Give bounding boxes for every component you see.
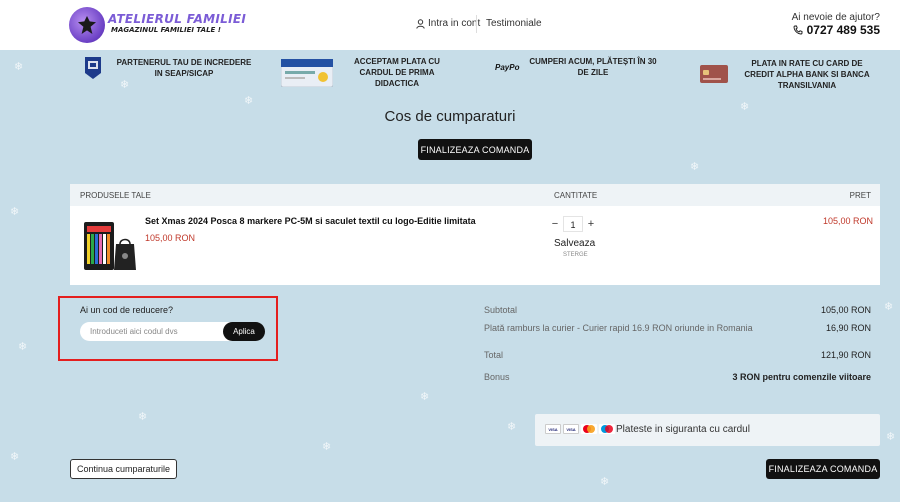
mastercard-icon: [581, 424, 597, 434]
card-logos: VISA VISA: [545, 424, 615, 434]
checkout-button-bottom[interactable]: FINALIZEAZA COMANDA: [766, 459, 880, 479]
save-for-later-link[interactable]: Salveaza: [554, 238, 595, 249]
benefit-card: ACCEPTAM PLATA CU CARDUL DE PRIMA DIDACT…: [281, 56, 456, 89]
help-label: Ai nevoie de ajutor?: [791, 12, 880, 23]
coupon-section: Ai un cod de reducere? Aplica: [58, 296, 278, 361]
snowflake-icon: ❄: [322, 441, 332, 453]
bonus-label: Bonus: [484, 372, 510, 382]
coupon-label: Ai un cod de reducere?: [80, 305, 174, 315]
cart-table-header: PRODUSELE TALE CANTITATE PRET: [70, 184, 880, 206]
shipping-row: Plată ramburs la curier - Curier rapid 1…: [484, 323, 871, 333]
snowflake-icon: ❄: [886, 431, 896, 443]
snowflake-icon: ❄: [10, 451, 20, 463]
benefit-text: CUMPERI ACUM, PLĂTEȘTI ÎN 30 DE ZILE: [529, 57, 657, 77]
account-label: Intra in cont: [428, 18, 481, 29]
snowflake-icon: ❄: [600, 476, 610, 488]
secure-payment-text: Plateste in siguranta cu cardul: [616, 424, 750, 435]
subtotal-label: Subtotal: [484, 305, 518, 315]
remove-item-link[interactable]: STERGE: [563, 252, 588, 258]
logo-icon[interactable]: [69, 7, 105, 43]
product-image[interactable]: [82, 216, 138, 274]
column-product: PRODUSELE TALE: [80, 191, 151, 200]
snowflake-icon: ❄: [420, 391, 430, 403]
subtotal-row: Subtotal 105,00 RON: [484, 305, 871, 315]
benefit-credit: PLATA IN RATE CU CARD DE CREDIT ALPHA BA…: [700, 56, 878, 91]
site-header: ATELIERUL FAMILIEI MAGAZINUL FAMILIEI TA…: [0, 0, 900, 50]
visa-electron-icon: VISA: [563, 424, 579, 434]
phone-number: 0727 489 535: [806, 23, 880, 37]
total-row: Total 121,90 RON: [484, 350, 871, 360]
total-value: 121,90 RON: [820, 350, 871, 360]
benefit-seap: PARTENERUL TAU DE INCREDERE IN SEAP/SICA…: [84, 56, 254, 80]
snowflake-icon: ❄: [14, 61, 24, 73]
benefit-text: ACCEPTAM PLATA CU CARDUL DE PRIMA DIDACT…: [354, 57, 440, 88]
maestro-icon: [599, 424, 615, 434]
total-label: Total: [484, 350, 504, 360]
snowflake-icon: ❄: [138, 411, 148, 423]
cart-item-row: Set Xmas 2024 Posca 8 markere PC-5M si s…: [70, 206, 880, 285]
visa-icon: VISA: [545, 424, 561, 434]
column-price: PRET: [849, 191, 871, 200]
snowflake-icon: ❄: [244, 95, 254, 107]
user-icon: [416, 18, 425, 29]
page-title: Cos de cumparaturi: [384, 108, 516, 125]
item-total-price: 105,00 RON: [822, 216, 873, 226]
decrease-quantity-button[interactable]: −: [548, 218, 562, 230]
logo-subtitle: MAGAZINUL FAMILIEI TALE !: [111, 26, 221, 34]
paypo-logo-icon: PayPo: [495, 62, 520, 72]
subtotal-value: 105,00 RON: [820, 305, 871, 315]
continue-shopping-button[interactable]: Continua cumparaturile: [70, 459, 177, 479]
benefit-text: PARTENERUL TAU DE INCREDERE IN SEAP/SICA…: [116, 58, 252, 78]
apply-coupon-button[interactable]: Aplica: [223, 322, 265, 341]
benefit-text: PLATA IN RATE CU CARD DE CREDIT ALPHA BA…: [744, 59, 870, 90]
coupon-code-input[interactable]: [80, 322, 245, 341]
secure-payment-banner: VISA VISA Plateste in siguranta cu cardu…: [535, 414, 880, 446]
snowflake-icon: ❄: [690, 161, 700, 173]
logo-title[interactable]: ATELIERUL FAMILIEI: [108, 12, 246, 26]
account-link[interactable]: Intra in cont: [416, 18, 480, 29]
snowflake-icon: ❄: [18, 341, 28, 353]
product-name-link[interactable]: Set Xmas 2024 Posca 8 markere PC-5M si s…: [145, 216, 476, 226]
bonus-row: Bonus 3 RON pentru comenzile viitoare: [484, 372, 871, 382]
checkout-button-top[interactable]: FINALIZEAZA COMANDA: [418, 139, 532, 160]
quantity-stepper: − 1 +: [548, 216, 598, 232]
snowflake-icon: ❄: [507, 421, 517, 433]
product-unit-price: 105,00 RON: [145, 233, 196, 243]
credit-card-icon: [700, 64, 728, 83]
column-quantity: CANTITATE: [554, 191, 598, 200]
card-prima-didactica-icon: [281, 58, 333, 87]
bonus-value: 3 RON pentru comenzile viitoare: [732, 372, 871, 382]
nav-divider: [476, 15, 477, 33]
seap-logo-icon: [85, 57, 101, 79]
snowflake-icon: ❄: [10, 206, 20, 218]
shipping-label: Plată ramburs la curier - Curier rapid 1…: [484, 323, 753, 333]
quantity-value[interactable]: 1: [563, 216, 583, 232]
shipping-value: 16,90 RON: [825, 323, 871, 333]
snowflake-icon: ❄: [884, 301, 894, 313]
benefit-paypo: PayPo CUMPERI ACUM, PLĂTEȘTI ÎN 30 DE ZI…: [495, 56, 663, 78]
increase-quantity-button[interactable]: +: [584, 218, 598, 230]
phone-icon: [793, 25, 803, 35]
phone-link[interactable]: 0727 489 535: [793, 23, 880, 37]
testimonials-link[interactable]: Testimoniale: [486, 18, 542, 29]
